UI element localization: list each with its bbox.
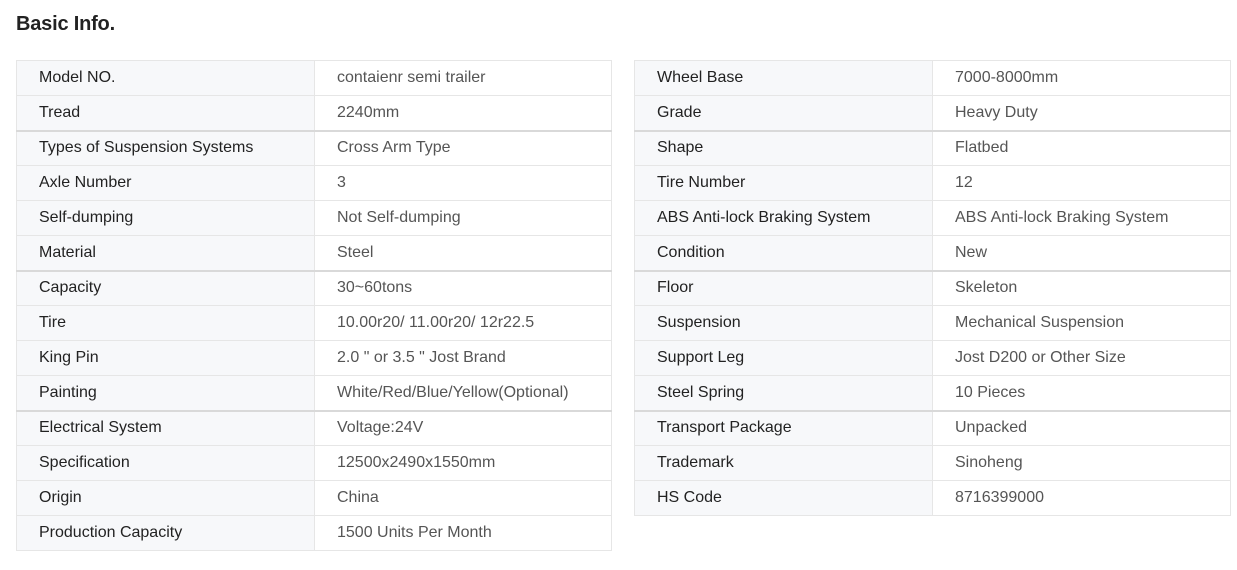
spec-row: Condition New [634, 235, 1231, 272]
spec-row: Painting White/Red/Blue/Yellow(Optional) [16, 375, 612, 412]
spec-value: Mechanical Suspension [932, 305, 1231, 341]
spec-value: Flatbed [932, 130, 1231, 166]
spec-row: Production Capacity 1500 Units Per Month [16, 515, 612, 551]
spec-key: King Pin [16, 340, 315, 376]
spec-value: 7000-8000mm [932, 60, 1231, 96]
spec-row: Model NO. contaienr semi trailer [16, 60, 612, 96]
spec-row: Tire Number 12 [634, 165, 1231, 201]
spec-value: Cross Arm Type [314, 130, 612, 166]
spec-key: HS Code [634, 480, 933, 516]
spec-row: Trademark Sinoheng [634, 445, 1231, 481]
spec-key: Steel Spring [634, 375, 933, 412]
spec-key: Shape [634, 130, 933, 166]
spec-row: Floor Skeleton [634, 270, 1231, 306]
spec-key: Trademark [634, 445, 933, 481]
spec-row: Steel Spring 10 Pieces [634, 375, 1231, 412]
spec-value: ABS Anti-lock Braking System [932, 200, 1231, 236]
spec-row: Electrical System Voltage:24V [16, 410, 612, 446]
spec-key: Support Leg [634, 340, 933, 376]
spec-row: Support Leg Jost D200 or Other Size [634, 340, 1231, 376]
spec-value: Unpacked [932, 410, 1231, 446]
spec-value: Steel [314, 235, 612, 272]
spec-key: Suspension [634, 305, 933, 341]
spec-row: Wheel Base 7000-8000mm [634, 60, 1231, 96]
spec-key: Origin [16, 480, 315, 516]
spec-row: HS Code 8716399000 [634, 480, 1231, 516]
spec-key: Production Capacity [16, 515, 315, 551]
spec-value: China [314, 480, 612, 516]
spec-value: Skeleton [932, 270, 1231, 306]
spec-value: 30~60tons [314, 270, 612, 306]
spec-key: Material [16, 235, 315, 272]
spec-row: Grade Heavy Duty [634, 95, 1231, 132]
spec-value: Jost D200 or Other Size [932, 340, 1231, 376]
spec-key: Transport Package [634, 410, 933, 446]
spec-key: Axle Number [16, 165, 315, 201]
spec-value: New [932, 235, 1231, 272]
spec-row: King Pin 2.0 " or 3.5 " Jost Brand [16, 340, 612, 376]
spec-key: Tire Number [634, 165, 933, 201]
spec-value: Sinoheng [932, 445, 1231, 481]
spec-value: 8716399000 [932, 480, 1231, 516]
spec-row: Types of Suspension Systems Cross Arm Typ… [16, 130, 612, 166]
spec-key: Wheel Base [634, 60, 933, 96]
spec-row: Specification 12500x2490x1550mm [16, 445, 612, 481]
spec-table-right: Wheel Base 7000-8000mm Grade Heavy Duty Sh… [634, 60, 1231, 516]
spec-value: 3 [314, 165, 612, 201]
spec-key: Condition [634, 235, 933, 272]
spec-row: Self-dumping Not Self-dumping [16, 200, 612, 236]
spec-value: 12 [932, 165, 1231, 201]
spec-key: Tire [16, 305, 315, 341]
spec-key: Painting [16, 375, 315, 412]
spec-row: Suspension Mechanical Suspension [634, 305, 1231, 341]
spec-row: ABS Anti-lock Braking System ABS Anti-loc… [634, 200, 1231, 236]
spec-key: Model NO. [16, 60, 315, 96]
spec-value: 10.00r20/ 11.00r20/ 12r22.5 [314, 305, 612, 341]
spec-key: Capacity [16, 270, 315, 306]
spec-row: Capacity 30~60tons [16, 270, 612, 306]
spec-key: Tread [16, 95, 315, 132]
spec-key: ABS Anti-lock Braking System [634, 200, 933, 236]
spec-value: 12500x2490x1550mm [314, 445, 612, 481]
spec-key: Specification [16, 445, 315, 481]
spec-value: White/Red/Blue/Yellow(Optional) [314, 375, 612, 412]
spec-value: contaienr semi trailer [314, 60, 612, 96]
spec-value: 10 Pieces [932, 375, 1231, 412]
spec-key: Floor [634, 270, 933, 306]
spec-row: Material Steel [16, 235, 612, 272]
spec-key: Electrical System [16, 410, 315, 446]
spec-value: 2240mm [314, 95, 612, 132]
spec-table-left: Model NO. contaienr semi trailer Tread 224… [16, 60, 612, 551]
spec-key: Grade [634, 95, 933, 132]
spec-row: Transport Package Unpacked [634, 410, 1231, 446]
spec-row: Origin China [16, 480, 612, 516]
spec-row: Tread 2240mm [16, 95, 612, 132]
spec-value: Heavy Duty [932, 95, 1231, 132]
spec-row: Shape Flatbed [634, 130, 1231, 166]
section-title: Basic Info. [16, 13, 115, 35]
spec-row: Tire 10.00r20/ 11.00r20/ 12r22.5 [16, 305, 612, 341]
spec-value: 1500 Units Per Month [314, 515, 612, 551]
spec-value: Voltage:24V [314, 410, 612, 446]
spec-key: Self-dumping [16, 200, 315, 236]
spec-key: Types of Suspension Systems [16, 130, 315, 166]
spec-row: Axle Number 3 [16, 165, 612, 201]
spec-value: Not Self-dumping [314, 200, 612, 236]
spec-value: 2.0 " or 3.5 " Jost Brand [314, 340, 612, 376]
